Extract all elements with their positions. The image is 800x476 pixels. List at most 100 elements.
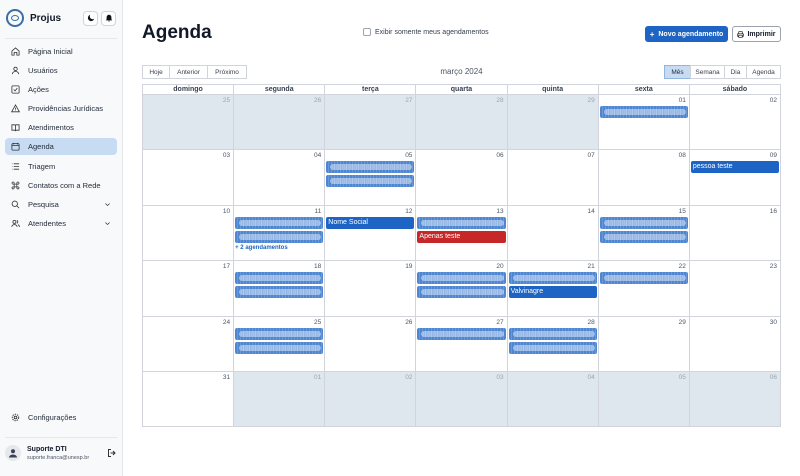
day-number[interactable]: 16 [770,208,777,215]
calendar-day[interactable]: 12 Nome Social [325,205,417,262]
day-number[interactable]: 06 [496,152,503,159]
sidebar-item-acoes[interactable]: Ações [5,81,117,98]
day-number[interactable]: 30 [770,319,777,326]
only-mine-checkbox[interactable]: Exibir somente meus agendamentos [363,28,489,36]
event-redacted[interactable] [417,286,506,299]
day-number[interactable]: 06 [770,374,777,381]
day-number[interactable]: 14 [587,208,594,215]
day-number[interactable]: 29 [679,319,686,326]
day-number[interactable]: 27 [405,97,412,104]
calendar-day[interactable]: 01 [234,371,326,428]
calendar-day[interactable]: 13 Apenas teste [416,205,508,262]
event-redacted[interactable] [599,272,688,285]
calendar-day[interactable]: 27 [416,316,508,372]
event-redacted[interactable] [417,216,506,229]
day-number[interactable]: 27 [496,319,503,326]
dark-mode-button[interactable] [83,10,98,26]
calendar-day[interactable]: 25 [143,95,235,151]
calendar-day[interactable]: 11 + 2 agendamentos [234,205,326,262]
event-redacted[interactable] [599,230,688,243]
calendar-day[interactable]: 04 [507,371,599,428]
sidebar-item-atendimentos[interactable]: Atendimentos [5,119,117,136]
calendar-day[interactable]: 14 [507,205,599,262]
event-redacted[interactable] [235,216,324,229]
sidebar-item-providencias-juridicas[interactable]: Providências Jurídicas [5,100,117,117]
calendar-day[interactable]: 02 [689,95,781,151]
calendar-day[interactable]: 20 [416,261,508,317]
more-events-link[interactable]: + 2 agendamentos [235,245,288,251]
new-appointment-button[interactable]: + Novo agendamento [645,26,728,42]
calendar-day[interactable]: 28 [416,95,508,151]
day-number[interactable]: 31 [223,374,230,381]
view-day-button[interactable]: Dia [724,65,747,79]
day-number[interactable]: 12 [405,208,412,215]
event-redacted[interactable] [326,161,415,174]
calendar-event[interactable]: pessoa teste [690,161,779,174]
day-number[interactable]: 20 [496,263,503,270]
day-number[interactable]: 02 [770,97,777,104]
logout-icon[interactable] [107,448,117,458]
day-number[interactable]: 26 [314,97,321,104]
calendar-event[interactable]: Nome Social [326,216,415,229]
day-number[interactable]: 02 [405,374,412,381]
event-redacted[interactable] [508,341,597,354]
day-number[interactable]: 19 [405,263,412,270]
view-week-button[interactable]: Semana [690,65,725,79]
event-redacted[interactable] [417,272,506,285]
calendar-day[interactable]: 04 [234,150,326,206]
calendar-day[interactable]: 30 [689,316,781,372]
event-redacted[interactable] [417,327,506,340]
previous-button[interactable]: Anterior [169,65,208,79]
day-number[interactable]: 24 [223,319,230,326]
event-redacted[interactable] [508,272,597,285]
view-agenda-button[interactable]: Agenda [746,65,781,79]
day-number[interactable]: 04 [587,374,594,381]
calendar-event[interactable]: Apenas teste [417,230,506,243]
day-number[interactable]: 10 [223,208,230,215]
event-redacted[interactable] [599,216,688,229]
calendar-day[interactable]: 28 [507,316,599,372]
calendar-day[interactable]: 10 [143,205,235,262]
day-number[interactable]: 05 [405,152,412,159]
day-number[interactable]: 05 [679,374,686,381]
day-number[interactable]: 03 [223,152,230,159]
day-number[interactable]: 04 [314,152,321,159]
day-number[interactable]: 15 [679,208,686,215]
calendar-day[interactable]: 05 [325,150,417,206]
calendar-day[interactable]: 01 [598,95,690,151]
calendar-day[interactable]: 19 [325,261,417,317]
day-number[interactable]: 23 [770,263,777,270]
projus-logo[interactable] [6,9,24,27]
next-button[interactable]: Próximo [207,65,247,79]
day-number[interactable]: 11 [315,208,322,215]
event-redacted[interactable] [508,327,597,340]
checkbox-box[interactable] [363,28,371,36]
day-number[interactable]: 01 [679,97,686,104]
event-redacted[interactable] [235,341,324,354]
sidebar-item-triagem[interactable]: Triagem [5,158,117,175]
calendar-day[interactable]: 29 [507,95,599,151]
day-number[interactable]: 01 [314,374,321,381]
day-number[interactable]: 25 [223,97,230,104]
day-number[interactable]: 28 [496,97,503,104]
event-redacted[interactable] [599,106,688,118]
calendar-day[interactable]: 17 [143,261,235,317]
day-number[interactable]: 03 [496,374,503,381]
day-number[interactable]: 07 [587,152,594,159]
calendar-day[interactable]: 06 [689,371,781,428]
calendar-day[interactable]: 06 [416,150,508,206]
calendar-day[interactable]: 21 Valvinagre [507,261,599,317]
calendar-event[interactable]: Valvinagre [508,286,597,299]
calendar-day[interactable]: 03 [416,371,508,428]
calendar-day[interactable]: 22 [598,261,690,317]
calendar-day[interactable]: 26 [325,316,417,372]
calendar-day[interactable]: 03 [143,150,235,206]
day-number[interactable]: 17 [223,263,230,270]
day-number[interactable]: 25 [314,319,321,326]
day-number[interactable]: 13 [496,208,503,215]
calendar-day[interactable]: 18 [234,261,326,317]
calendar-day[interactable]: 09 pessoa teste [689,150,781,206]
day-number[interactable]: 28 [587,319,594,326]
calendar-day[interactable]: 15 [598,205,690,262]
sidebar-item-agenda[interactable]: Agenda [5,138,117,156]
